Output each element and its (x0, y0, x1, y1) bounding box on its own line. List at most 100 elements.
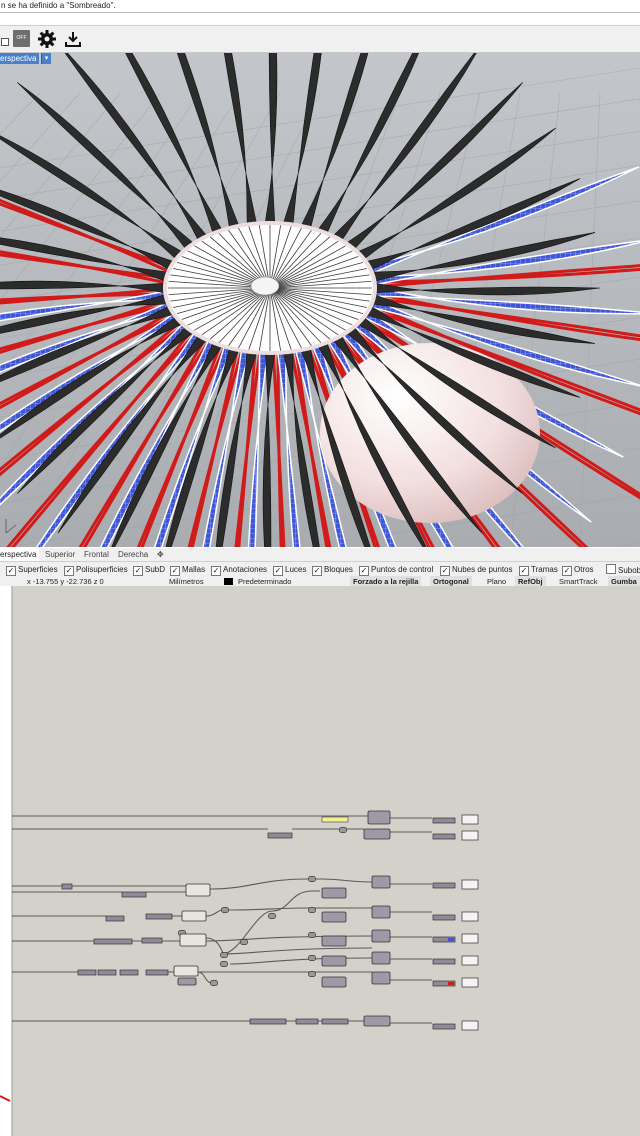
output-panel (461, 814, 479, 825)
filter-tramas[interactable]: ✓ Tramas (519, 564, 558, 576)
yellow-panel (321, 816, 349, 823)
component-node (181, 910, 207, 922)
units-readout[interactable]: Milímetros (169, 576, 204, 586)
filter-bloques[interactable]: ✓ Bloques (312, 564, 353, 576)
param-node (145, 969, 169, 976)
gear-icon[interactable] (36, 28, 58, 50)
export-icon[interactable] (62, 28, 84, 50)
output-panel (461, 977, 479, 988)
planar-toggle[interactable]: Plano (487, 576, 506, 586)
checkbox-icon[interactable] (606, 564, 616, 574)
tab-derecha[interactable]: Derecha (118, 548, 148, 561)
gumball-toggle[interactable]: Gumba (608, 576, 640, 586)
relay-node (308, 955, 316, 961)
tab-add-icon[interactable]: ✥ (157, 548, 164, 561)
output-panel (461, 911, 479, 922)
filter-nubes-de-puntos[interactable]: ✓ Nubes de puntos (440, 564, 513, 576)
param-node (93, 938, 133, 945)
checkbox-icon[interactable]: ✓ (312, 566, 322, 576)
viewport-tabs: erspectiva Superior Frontal Derecha ✥ (0, 548, 640, 562)
toolbar: OFF (0, 26, 640, 53)
smarttrack-toggle[interactable]: SmartTrack (559, 576, 597, 586)
component-node (371, 875, 391, 889)
checkbox-icon[interactable]: ✓ (64, 566, 74, 576)
viewport-title[interactable]: erspectiva (0, 53, 40, 64)
coordinates-readout: x -13.755 y -22.736 z 0 (27, 577, 104, 586)
param-node (249, 1018, 287, 1025)
param-node (432, 817, 456, 824)
component-node (321, 887, 347, 899)
filter-anotaciones[interactable]: ✓ Anotaciones (211, 564, 267, 576)
filter-polisuperficies[interactable]: ✓ Polisuperficies (64, 564, 128, 576)
filter-subd[interactable]: ✓ SubD (133, 564, 165, 576)
output-panel (461, 933, 479, 944)
param-node (432, 914, 456, 921)
param-node (141, 937, 163, 944)
checkbox-icon[interactable]: ✓ (519, 566, 529, 576)
filter-luces[interactable]: ✓ Luces (273, 564, 306, 576)
current-layer[interactable]: Predeterminado (238, 576, 291, 586)
component-node (363, 1015, 391, 1027)
component-node (321, 955, 347, 967)
node-graph (0, 586, 479, 1136)
tab-superior[interactable]: Superior (45, 548, 75, 561)
command-input[interactable] (0, 13, 640, 26)
param-node (121, 891, 147, 898)
relay-node (308, 876, 316, 882)
filter-otros[interactable]: ✓ Otros (562, 564, 594, 576)
relay-node (308, 932, 316, 938)
command-history: n se ha definido a "Sombreado". (0, 0, 640, 13)
grasshopper-canvas[interactable] (0, 586, 640, 1136)
param-node (432, 1023, 456, 1030)
tab-perspectiva[interactable]: erspectiva (0, 548, 40, 561)
selection-filter-bar: ✓ Superficies ✓ Polisuperficies ✓ SubD ✓ Mal… (0, 562, 640, 576)
osnap-toggle[interactable]: RefObj (515, 576, 546, 586)
filter-subobjetos[interactable]: Subob (606, 564, 640, 575)
param-node (105, 915, 125, 922)
checkbox-icon[interactable]: ✓ (562, 566, 572, 576)
output-panel (461, 830, 479, 841)
component-node (321, 935, 347, 947)
wires (12, 815, 432, 1024)
component-node (371, 905, 391, 919)
param-node (432, 833, 456, 840)
checkbox-icon[interactable]: ✓ (359, 566, 369, 576)
checkbox-icon[interactable]: ✓ (440, 566, 450, 576)
param-node (267, 832, 293, 839)
perspective-viewport[interactable] (0, 53, 640, 547)
off-toggle-button[interactable]: OFF (13, 30, 30, 47)
ortho-toggle[interactable]: Ortogonal (430, 576, 472, 586)
checkbox-icon[interactable]: ✓ (211, 566, 221, 576)
turbine-model-render (0, 53, 640, 547)
component-node (179, 933, 207, 947)
checkbox-icon[interactable] (1, 38, 9, 46)
status-bar: x -13.755 y -22.736 z 0 Milímetros Prede… (0, 576, 640, 586)
relay-node (210, 980, 218, 986)
param-node (432, 882, 456, 889)
filter-puntos-de-control[interactable]: ✓ Puntos de control (359, 564, 433, 576)
filter-mallas[interactable]: ✓ Mallas (170, 564, 205, 576)
output-panel (461, 879, 479, 890)
tab-frontal[interactable]: Frontal (84, 548, 109, 561)
layer-color-swatch (224, 578, 233, 585)
filter-superficies[interactable]: ✓ Superficies (6, 564, 58, 576)
canvas-left-edge (0, 586, 12, 1136)
checkbox-icon[interactable]: ✓ (133, 566, 143, 576)
param-node (119, 969, 139, 976)
relay-node (308, 971, 316, 977)
relay-node (240, 939, 248, 945)
relay-node (308, 907, 316, 913)
component-node (371, 971, 391, 985)
grid-snap-toggle[interactable]: Forzado a la rejilla (350, 576, 422, 586)
component-node (367, 810, 391, 825)
chevron-down-icon[interactable]: ▾ (41, 53, 51, 64)
output-panel (461, 1020, 479, 1031)
checkbox-icon[interactable]: ✓ (273, 566, 283, 576)
checkbox-icon[interactable]: ✓ (170, 566, 180, 576)
component-node (177, 977, 197, 986)
component-node (185, 883, 211, 897)
checkbox-icon[interactable]: ✓ (6, 566, 16, 576)
component-node (371, 929, 391, 943)
relay-node (220, 952, 228, 958)
param-node (432, 958, 456, 965)
